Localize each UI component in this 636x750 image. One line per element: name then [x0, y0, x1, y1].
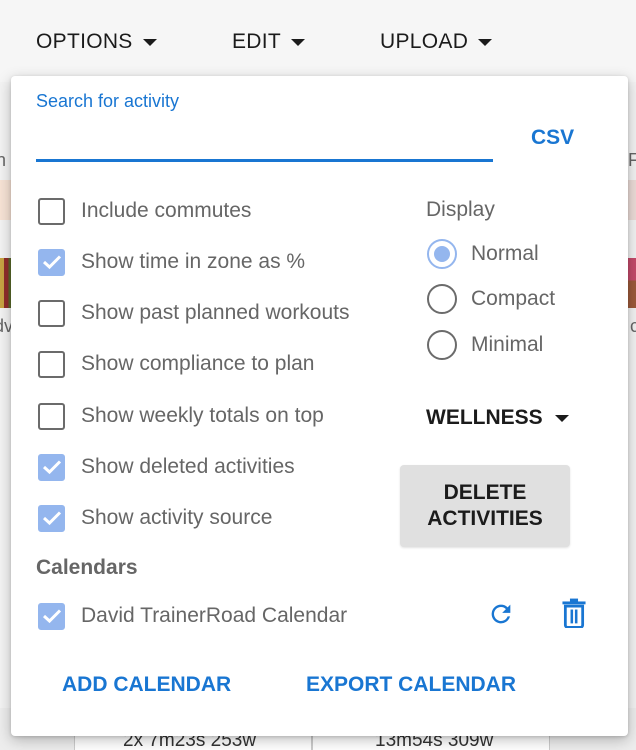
edit-menu-button[interactable]: EDIT: [232, 28, 306, 56]
radio-label: Minimal: [471, 333, 544, 356]
checkmark-icon: [42, 255, 61, 270]
checkmark-icon: [42, 460, 61, 475]
display-option-minimal[interactable]: Minimal: [427, 329, 543, 361]
option-label: Show deleted activities: [81, 455, 295, 478]
background-text-fragment: c: [630, 316, 636, 336]
wellness-menu-button[interactable]: WELLNESS: [426, 404, 569, 432]
option-past-planned-workouts[interactable]: Show past planned workouts: [38, 298, 350, 328]
delete-label-line2: ACTIVITIES: [427, 507, 543, 530]
delete-activities-button[interactable]: DELETE ACTIVITIES: [400, 465, 570, 547]
checkbox[interactable]: [38, 350, 65, 378]
option-label: Include commutes: [81, 199, 252, 222]
option-activity-source[interactable]: Show activity source: [38, 503, 272, 533]
edit-menu-label: EDIT: [232, 30, 282, 53]
radio-button[interactable]: [427, 330, 457, 360]
radio-label: Normal: [471, 242, 539, 265]
options-menu-label: OPTIONS: [36, 30, 133, 53]
option-time-in-zone-percent[interactable]: Show time in zone as %: [38, 247, 305, 277]
search-activity-input[interactable]: [36, 116, 493, 162]
option-label: Show activity source: [81, 506, 273, 529]
radio-button[interactable]: [427, 239, 457, 269]
refresh-icon[interactable]: [487, 600, 515, 628]
option-label: Show past planned workouts: [81, 301, 350, 324]
checkmark-icon: [42, 609, 61, 624]
delete-activities-label: DELETE ACTIVITIES: [427, 480, 543, 532]
search-label: Search for activity: [36, 91, 180, 111]
add-calendar-button[interactable]: ADD CALENDAR: [62, 673, 231, 697]
csv-button[interactable]: CSV: [531, 126, 574, 150]
wellness-label: WELLNESS: [426, 406, 543, 429]
caret-down-icon: [142, 38, 157, 46]
caret-down-icon: [291, 38, 306, 46]
radio-button[interactable]: [427, 284, 457, 314]
caret-down-icon: [554, 414, 569, 422]
calendar-name: David TrainerRoad Calendar: [81, 604, 348, 627]
upload-menu-label: UPLOAD: [380, 30, 469, 53]
option-compliance-to-plan[interactable]: Show compliance to plan: [38, 349, 314, 379]
checkbox[interactable]: [38, 504, 65, 532]
trash-icon[interactable]: [561, 598, 587, 628]
export-calendar-button[interactable]: EXPORT CALENDAR: [306, 673, 516, 697]
option-label: Show compliance to plan: [81, 352, 315, 375]
option-deleted-activities[interactable]: Show deleted activities: [38, 452, 295, 482]
option-label: Show weekly totals on top: [81, 404, 324, 427]
checkmark-icon: [42, 511, 61, 526]
checkbox[interactable]: [38, 197, 65, 225]
radio-label: Compact: [471, 287, 556, 310]
top-toolbar: OPTIONS EDIT UPLOAD: [0, 0, 636, 82]
caret-down-icon: [478, 38, 493, 46]
background-text-fragment: F: [628, 150, 636, 170]
options-menu-button[interactable]: OPTIONS: [36, 28, 157, 56]
upload-menu-button[interactable]: UPLOAD: [380, 28, 493, 56]
calendar-item[interactable]: David TrainerRoad Calendar: [38, 601, 347, 631]
display-option-normal[interactable]: Normal: [427, 238, 539, 270]
calendars-title: Calendars: [36, 556, 138, 579]
display-option-compact[interactable]: Compact: [427, 283, 555, 315]
option-label: Show time in zone as %: [81, 250, 306, 273]
option-include-commutes[interactable]: Include commutes: [38, 196, 251, 226]
checkbox[interactable]: [38, 402, 65, 430]
delete-label-line1: DELETE: [443, 481, 527, 504]
checkbox[interactable]: [38, 248, 65, 276]
checkbox[interactable]: [38, 602, 65, 630]
option-weekly-totals-on-top[interactable]: Show weekly totals on top: [38, 401, 324, 431]
background-text-fragment: n: [0, 150, 7, 170]
options-dropdown-panel: Search for activity CSV Include commutes…: [11, 76, 628, 736]
checkbox[interactable]: [38, 453, 65, 481]
checkbox[interactable]: [38, 299, 65, 327]
display-title: Display: [426, 198, 495, 221]
